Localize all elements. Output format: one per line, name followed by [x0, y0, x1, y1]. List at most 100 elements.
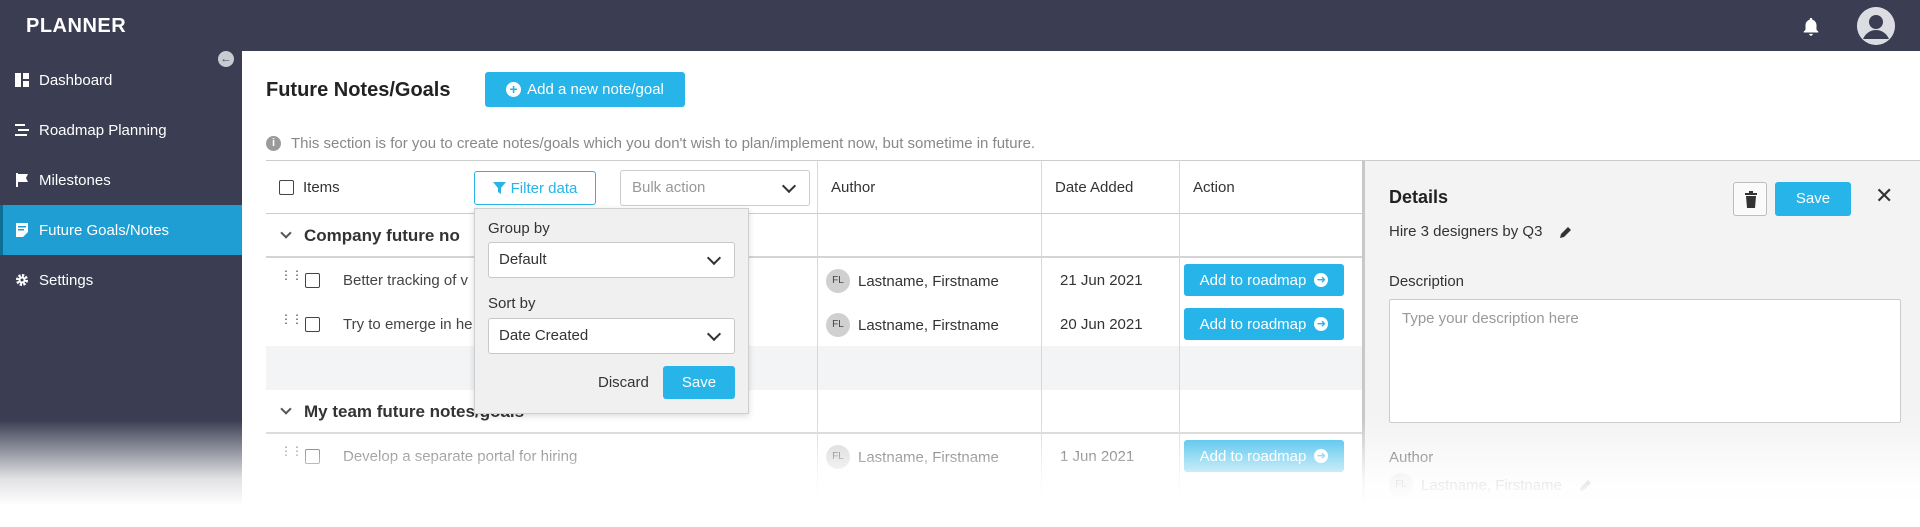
sidebar-item-label: Future Goals/Notes [39, 221, 170, 239]
add-to-roadmap-button[interactable]: Add to roadmap ➜ [1184, 440, 1344, 472]
drag-handle-icon[interactable]: ⋮⋮ [280, 269, 303, 281]
add-note-goal-button[interactable]: + Add a new note/goal [485, 72, 685, 107]
chevron-down-icon[interactable] [280, 403, 292, 415]
item-text: Try to emerge in he [343, 316, 473, 333]
description-placeholder: Type your description here [1402, 310, 1579, 327]
filter-icon [492, 181, 506, 194]
gear-icon [16, 274, 28, 286]
author-cell: FL Lastname, Firstname [826, 313, 999, 337]
details-title: Details [1389, 187, 1449, 207]
column-divider [1041, 160, 1042, 527]
action-header: Action [1193, 179, 1235, 196]
details-save-button[interactable]: Save [1775, 182, 1851, 216]
group-title: Company future no [304, 226, 460, 245]
add-to-roadmap-button[interactable]: Add to roadmap ➜ [1184, 264, 1344, 296]
sidebar-item-future-goals-notes[interactable]: Future Goals/Notes [0, 205, 242, 255]
sidebar-item-settings[interactable]: Settings [0, 255, 242, 305]
description-label: Description [1389, 273, 1465, 290]
bulk-action-placeholder: Bulk action [632, 179, 706, 196]
table-header: Items Filter data Bulk action Author Dat… [266, 160, 1362, 214]
author-name: Lastname, Firstname [858, 448, 999, 466]
delete-button[interactable] [1733, 182, 1767, 216]
author-cell: FL Lastname, Firstname [826, 269, 999, 293]
chevron-down-icon [781, 178, 797, 194]
avatar: FL [1389, 473, 1413, 497]
drag-handle-icon[interactable]: ⋮⋮ [280, 445, 303, 457]
dashboard-icon [15, 73, 29, 87]
sidebar-item-label: Dashboard [39, 71, 113, 89]
sort-by-value: Date Created [499, 327, 589, 344]
table-row[interactable]: ⋮⋮ Better tracking of v FL Lastname, Fir… [266, 258, 1362, 302]
table-row[interactable]: ⋮⋮ Develop a separate portal for hiring … [266, 434, 1362, 478]
filter-data-button[interactable]: Filter data [474, 171, 596, 205]
discard-button[interactable]: Discard [598, 374, 649, 391]
group-by-value: Default [499, 251, 547, 268]
arrow-right-icon: ➜ [1314, 317, 1329, 331]
table-row[interactable]: ⋮⋮ Try to emerge in he FL Lastname, Firs… [266, 302, 1362, 346]
sidebar-item-milestones[interactable]: Milestones [0, 155, 242, 205]
add-note-goal-label: Add a new note/goal [527, 81, 664, 98]
page-title: Future Notes/Goals [266, 79, 451, 101]
date-cell: 21 Jun 2021 [1060, 272, 1143, 289]
filter-data-label: Filter data [510, 179, 578, 197]
row-checkbox[interactable] [305, 273, 320, 288]
items-header: Items [303, 179, 340, 196]
collapse-sidebar-icon[interactable]: ← [218, 51, 234, 67]
sidebar-item-label: Settings [39, 271, 94, 289]
author-name: Lastname, Firstname [858, 316, 999, 334]
group-by-select[interactable]: Default [488, 242, 735, 278]
avatar: FL [826, 269, 850, 293]
pencil-icon[interactable] [1560, 226, 1572, 238]
item-text: Better tracking of v [343, 272, 469, 289]
info-text: This section is for you to create notes/… [291, 135, 1036, 152]
item-text: Develop a separate portal for hiring [343, 448, 578, 465]
filter-popup: Group by Default Sort by Date Created Di… [474, 208, 749, 414]
bell-icon[interactable] [1800, 16, 1822, 38]
notes-table: Items Filter data Bulk action Author Dat… [266, 160, 1362, 527]
flag-icon [16, 173, 28, 187]
add-to-roadmap-button[interactable]: Add to roadmap ➜ [1184, 308, 1344, 340]
chevron-down-icon [706, 326, 722, 342]
group-row[interactable]: Company future no [266, 214, 1362, 258]
select-all-checkbox[interactable] [279, 180, 294, 195]
pencil-icon[interactable] [1579, 479, 1592, 491]
chevron-down-icon[interactable] [280, 227, 292, 239]
column-divider [817, 160, 818, 527]
sidebar-item-dashboard[interactable]: Dashboard [0, 55, 242, 105]
details-panel: Details Save ✕ Hire 3 designers by Q3 De… [1362, 160, 1920, 527]
table-row [266, 478, 1362, 527]
row-checkbox[interactable] [305, 449, 320, 464]
group-by-label: Group by [488, 220, 550, 237]
avatar: FL [826, 313, 850, 337]
bulk-action-select[interactable]: Bulk action [620, 170, 810, 206]
avatar: FL [826, 445, 850, 469]
filter-save-button[interactable]: Save [663, 366, 735, 399]
author-name: Lastname, Firstname [858, 272, 999, 290]
column-divider [1179, 160, 1180, 527]
group-row[interactable]: My team future notes/goals [266, 390, 1362, 434]
row-checkbox[interactable] [305, 317, 320, 332]
top-bar: PLANNER [0, 0, 1920, 51]
description-field[interactable]: Type your description here [1389, 299, 1901, 423]
info-message: i This section is for you to create note… [266, 135, 1035, 152]
info-icon: i [266, 136, 281, 151]
roadmap-icon [15, 124, 29, 136]
sidebar-item-roadmap-planning[interactable]: Roadmap Planning [0, 105, 242, 155]
sort-by-select[interactable]: Date Created [488, 318, 735, 354]
details-author-name: Lastname, Firstname [1421, 476, 1562, 494]
drag-handle-icon[interactable]: ⋮⋮ [280, 313, 303, 325]
date-cell: 1 Jun 2021 [1060, 448, 1135, 465]
sidebar: Dashboard Roadmap Planning Milestones Fu… [0, 51, 242, 527]
add-to-roadmap-label: Add to roadmap [1199, 271, 1307, 289]
arrow-right-icon: ➜ [1314, 273, 1329, 287]
details-author: FL Lastname, Firstname [1389, 473, 1592, 497]
date-added-header: Date Added [1055, 179, 1134, 196]
close-icon[interactable]: ✕ [1875, 183, 1893, 209]
app-logo: PLANNER [26, 15, 127, 37]
sidebar-item-label: Roadmap Planning [39, 121, 167, 139]
arrow-right-icon: ➜ [1314, 449, 1329, 463]
notes-icon [16, 223, 28, 237]
details-name-text: Hire 3 designers by Q3 [1389, 223, 1543, 240]
user-avatar-icon[interactable] [1857, 7, 1895, 45]
plus-circle-icon: + [506, 82, 522, 97]
